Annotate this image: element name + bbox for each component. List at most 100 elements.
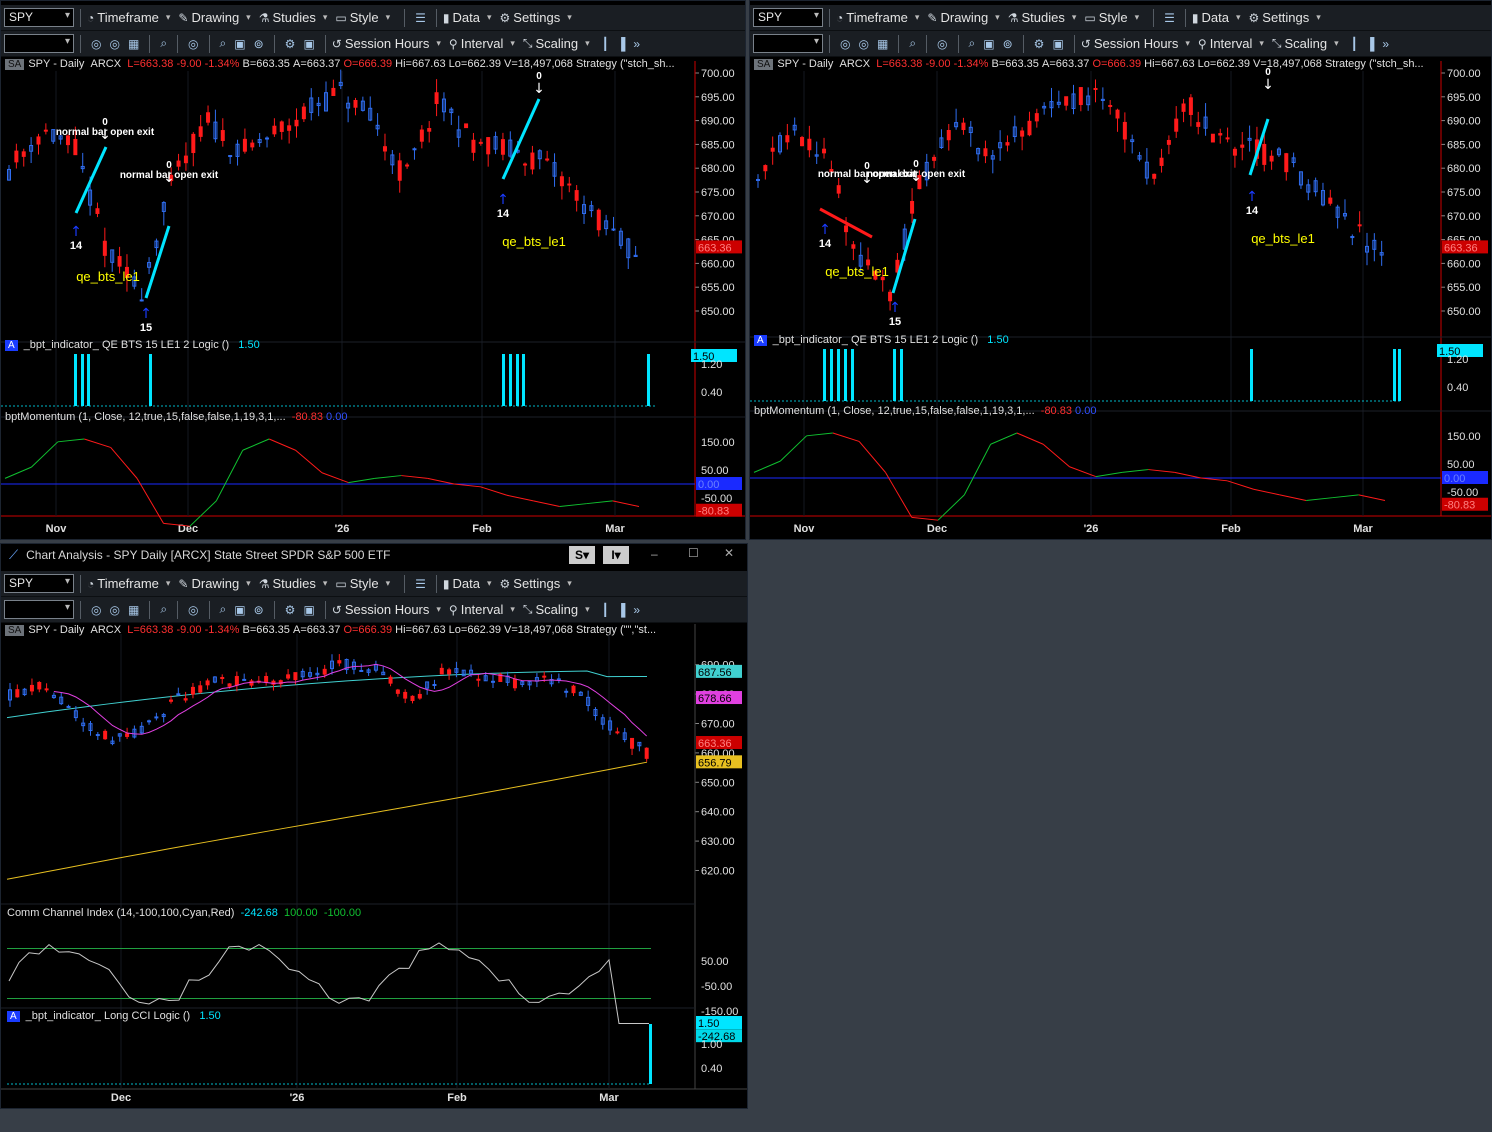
candle-body (410, 695, 415, 702)
indicator-bar (893, 349, 896, 401)
momentum-segment (84, 438, 111, 448)
strategy-name-label: qe_bts_le1 (825, 264, 889, 279)
candle-body (264, 676, 269, 683)
candle-body (206, 112, 211, 123)
ma-magenta-flag: 678.66 (698, 693, 732, 705)
momentum-segment (1016, 432, 1044, 445)
momentum-axis-label: 50.00 (1447, 459, 1475, 471)
momentum-segment (1253, 488, 1280, 496)
candle-body (249, 680, 254, 686)
indicator-tag: A (7, 1011, 20, 1022)
candle-body (220, 130, 225, 141)
indicator-axis-label: 1.00 (701, 1039, 722, 1051)
indicator-name: _bpt_indicator_ Long CCI Logic () (25, 1010, 191, 1022)
month-label: Feb (472, 523, 492, 535)
candle-body (983, 148, 988, 157)
exit-count: 0 (536, 71, 542, 82)
candle-body (851, 244, 856, 249)
indicator-name: _bpt_indicator_ QE BTS 15 LE1 2 Logic () (772, 334, 979, 346)
candle-body (1174, 118, 1179, 132)
indicator-bar (74, 354, 77, 406)
momentum-segment (427, 477, 455, 485)
candle-body (512, 678, 517, 689)
candle-body (464, 123, 469, 129)
candle-body (279, 121, 284, 132)
moving-average-200 (6, 761, 648, 880)
price-axis-label: 650.00 (701, 306, 735, 318)
exit-label: normal bar open exit (867, 169, 966, 180)
momentum-segment (990, 432, 1018, 445)
candle-body (611, 228, 616, 231)
candle-body (287, 125, 292, 131)
candle-body (439, 667, 444, 675)
indicator-bar (851, 349, 854, 401)
price-axis-label: 670.00 (701, 718, 735, 730)
candle-body (542, 675, 547, 678)
trade-line (891, 218, 917, 294)
candle-body (419, 129, 424, 142)
candle-body (37, 681, 42, 690)
exit-arrow-icon: ↓ (533, 81, 545, 97)
candle-body (1152, 173, 1157, 179)
candle-body (73, 138, 78, 156)
candle-body (1218, 133, 1223, 136)
candle-body (1232, 148, 1237, 156)
entry-arrow-icon: ↑ (889, 300, 901, 316)
momentum-segment (4, 466, 32, 479)
month-label: Feb (1221, 523, 1241, 535)
chart-window-top-left: SPY ◔Timeframe▾ ✎Drawing▾ ⚗Studies▾ ▭Sty… (0, 0, 746, 540)
chart-canvas[interactable]: 690.00680.00670.00660.00650.00640.00630.… (1, 544, 748, 1109)
momentum-last-flag: -80.83 (1444, 500, 1475, 512)
entry-arrow-icon: ↑ (140, 306, 152, 322)
entry-arrow-icon: ↑ (70, 224, 82, 240)
indicator-header: A _bpt_indicator_ QE BTS 15 LE1 2 Logic (… (5, 339, 260, 353)
chart-canvas[interactable]: 700.00 695.00 690.00 685.00 680.00 675.00 670.… (750, 1, 1492, 540)
candle-body (1225, 137, 1230, 140)
candle-body (205, 680, 210, 686)
last-price-flag: 663.36 (698, 242, 732, 254)
candle-body (1115, 109, 1120, 119)
chart-canvas[interactable]: 700.00 695.00 690.00 685.00 680.00 675.00 670.… (1, 1, 746, 540)
momentum-axis-label: -50.00 (701, 493, 732, 505)
candle-body (395, 689, 400, 694)
momentum-axis-label: -50.00 (1447, 487, 1478, 499)
indicator-header: A _bpt_indicator_ QE BTS 15 LE1 2 Logic (… (754, 334, 1009, 348)
candle-body (807, 138, 812, 151)
candle-body (190, 686, 195, 695)
candle-body (1064, 96, 1069, 106)
candle-body (822, 148, 827, 154)
momentum-axis-label: 150.00 (1447, 431, 1481, 443)
candle-body (1188, 97, 1193, 115)
indicator-bar (87, 354, 90, 406)
candle-body (574, 190, 579, 201)
candle-body (1078, 87, 1083, 106)
price-axis-label: 690.00 (1447, 116, 1481, 128)
candle-body (1196, 122, 1201, 127)
month-label: Dec (111, 1092, 131, 1104)
indicator-bar (844, 349, 847, 401)
indicator-bar (837, 349, 840, 401)
price-axis-label: 680.00 (701, 163, 735, 175)
momentum-axis-label: 150.00 (701, 437, 735, 449)
indicator-bar (1398, 349, 1401, 401)
candle-body (1027, 120, 1032, 136)
price-axis-label: 695.00 (701, 92, 735, 104)
indicator-value: 1.50 (199, 1010, 221, 1022)
candle-body (427, 128, 432, 132)
momentum-zero-flag: 0.00 (698, 479, 719, 491)
candle-body (1269, 155, 1274, 162)
momentum-segment (480, 486, 508, 496)
momentum-segment (1279, 494, 1307, 501)
indicator-name: _bpt_indicator_ QE BTS 15 LE1 2 Logic () (23, 339, 230, 351)
indicator-bar (149, 354, 152, 406)
indicator-bar (81, 354, 84, 406)
cci-value: -242.68 (240, 907, 278, 919)
cci-lower: -100.00 (323, 907, 362, 919)
candle-body (154, 716, 159, 719)
indicator-axis-label: 1.20 (701, 359, 722, 371)
candle-body (359, 669, 364, 672)
entry-arrow-icon: ↑ (819, 222, 831, 238)
candle-body (388, 676, 393, 684)
candle-body (844, 225, 849, 233)
indicator-bar (649, 1024, 652, 1084)
